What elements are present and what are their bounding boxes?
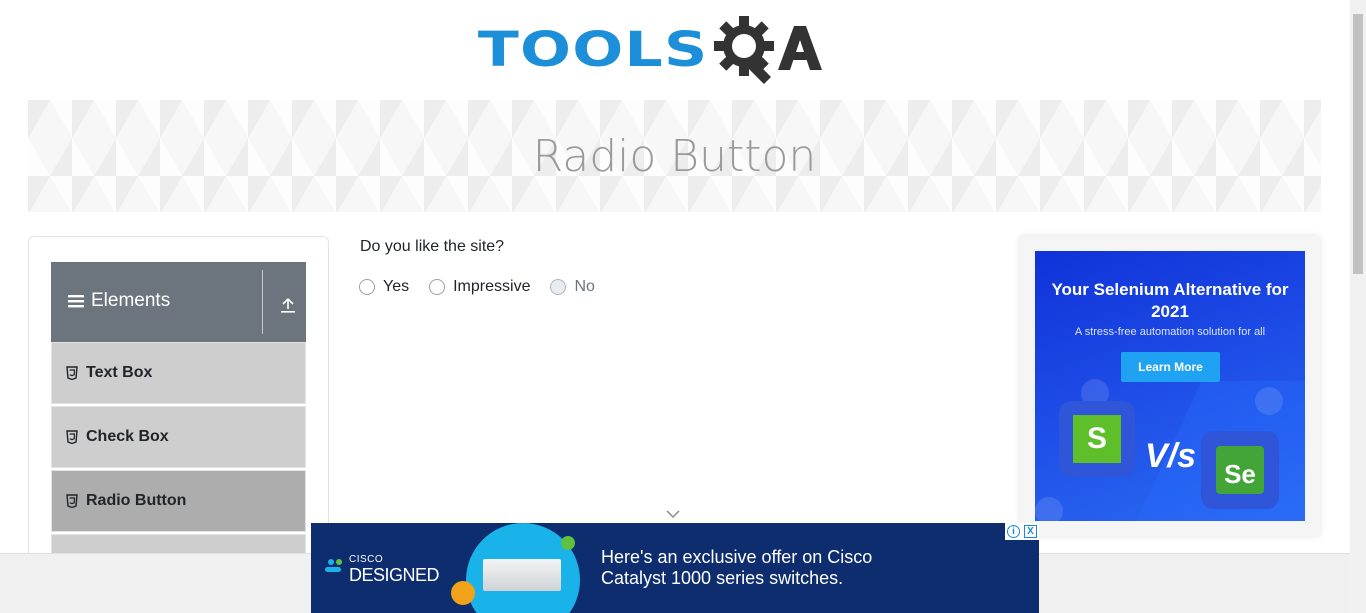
collapse-toggle[interactable]: [277, 294, 299, 316]
sidebar-item-radio-button[interactable]: Radio Button: [51, 470, 306, 532]
header-divider: [262, 270, 263, 334]
gear-magnifier-icon: [714, 16, 823, 85]
ad-close-icon[interactable]: X: [1024, 525, 1037, 538]
page-banner: Radio Button: [28, 100, 1321, 212]
switch-image: [483, 559, 561, 591]
adchoices-info-icon[interactable]: i: [1007, 525, 1020, 538]
browser-icon: [1035, 497, 1063, 521]
hamburger-icon: [68, 295, 84, 308]
radio-option-yes[interactable]: Yes: [359, 278, 409, 296]
page-title: Radio Button: [532, 130, 817, 182]
sidebar-item-text-box[interactable]: Text Box: [51, 342, 306, 404]
katalon-logo: S: [1059, 401, 1135, 477]
sidebar-item-check-box[interactable]: Check Box: [51, 406, 306, 468]
html5-icon: [66, 494, 78, 508]
radio-yes-label[interactable]: Yes: [383, 278, 409, 296]
selenium-logo: Se: [1201, 431, 1279, 509]
selenium-logo-letters: Se: [1216, 446, 1264, 494]
radio-group: Yes Impressive No: [359, 278, 615, 296]
cisco-mark-icon: [325, 559, 342, 572]
logo-text-tools: TOOLS: [477, 22, 709, 78]
right-ad[interactable]: Your Selenium Alternative for 2021 A str…: [1035, 251, 1305, 521]
chevron-down-icon[interactable]: [665, 508, 681, 520]
designed-text: DESIGNED: [349, 565, 440, 585]
header: TOOLS: [0, 0, 1350, 100]
html5-icon: [66, 430, 78, 444]
bottom-ad[interactable]: CISCO DESIGNED Here's an exclusive offer…: [311, 523, 1039, 613]
sidebar-item-label: Check Box: [86, 428, 169, 445]
ad-text: Here's an exclusive offer on Cisco Catal…: [601, 547, 873, 588]
sidebar-item-label: Radio Button: [86, 492, 187, 509]
radio-impressive[interactable]: [429, 279, 446, 295]
elements-group-text: Elements: [91, 290, 171, 311]
green-dot: [561, 536, 575, 550]
logo-qa-mark: [714, 12, 826, 88]
collapse-up-icon: [281, 298, 295, 313]
katalon-logo-letter: S: [1073, 415, 1121, 463]
elements-group-label: Elements: [67, 290, 170, 312]
learn-more-button[interactable]: Learn More: [1121, 352, 1220, 382]
cisco-text: CISCO: [349, 554, 384, 565]
cisco-designed-logo: CISCO DESIGNED: [325, 554, 440, 585]
code-icon: [1255, 387, 1283, 415]
sidebar-item-label: Text Box: [86, 364, 153, 381]
ad-title: Your Selenium Alternative for 2021: [1051, 280, 1289, 321]
toolsqa-logo[interactable]: TOOLS: [478, 10, 827, 90]
radio-no: [550, 279, 567, 295]
radio-question: Do you like the site?: [360, 238, 505, 255]
html5-icon: [66, 366, 78, 380]
radio-option-impressive[interactable]: Impressive: [429, 278, 530, 296]
radio-option-no: No: [550, 278, 595, 296]
left-panel: Elements Text Box Check Box Radio Button: [28, 236, 329, 574]
radio-yes[interactable]: [359, 279, 375, 295]
radio-no-label: No: [574, 278, 595, 295]
versus-text: V/s: [1145, 437, 1197, 475]
page-scrollbar[interactable]: [1350, 0, 1366, 613]
elements-group-header[interactable]: Elements: [51, 262, 306, 342]
ad-subtitle: A stress-free automation solution for al…: [1074, 326, 1266, 338]
page: TOOLS Radio Button Elements Text Box Che…: [0, 0, 1366, 613]
adchoices[interactable]: i X: [1005, 523, 1039, 540]
radio-impressive-label[interactable]: Impressive: [453, 278, 530, 296]
scrollbar-thumb[interactable]: [1353, 14, 1363, 274]
orange-dot: [451, 581, 475, 605]
